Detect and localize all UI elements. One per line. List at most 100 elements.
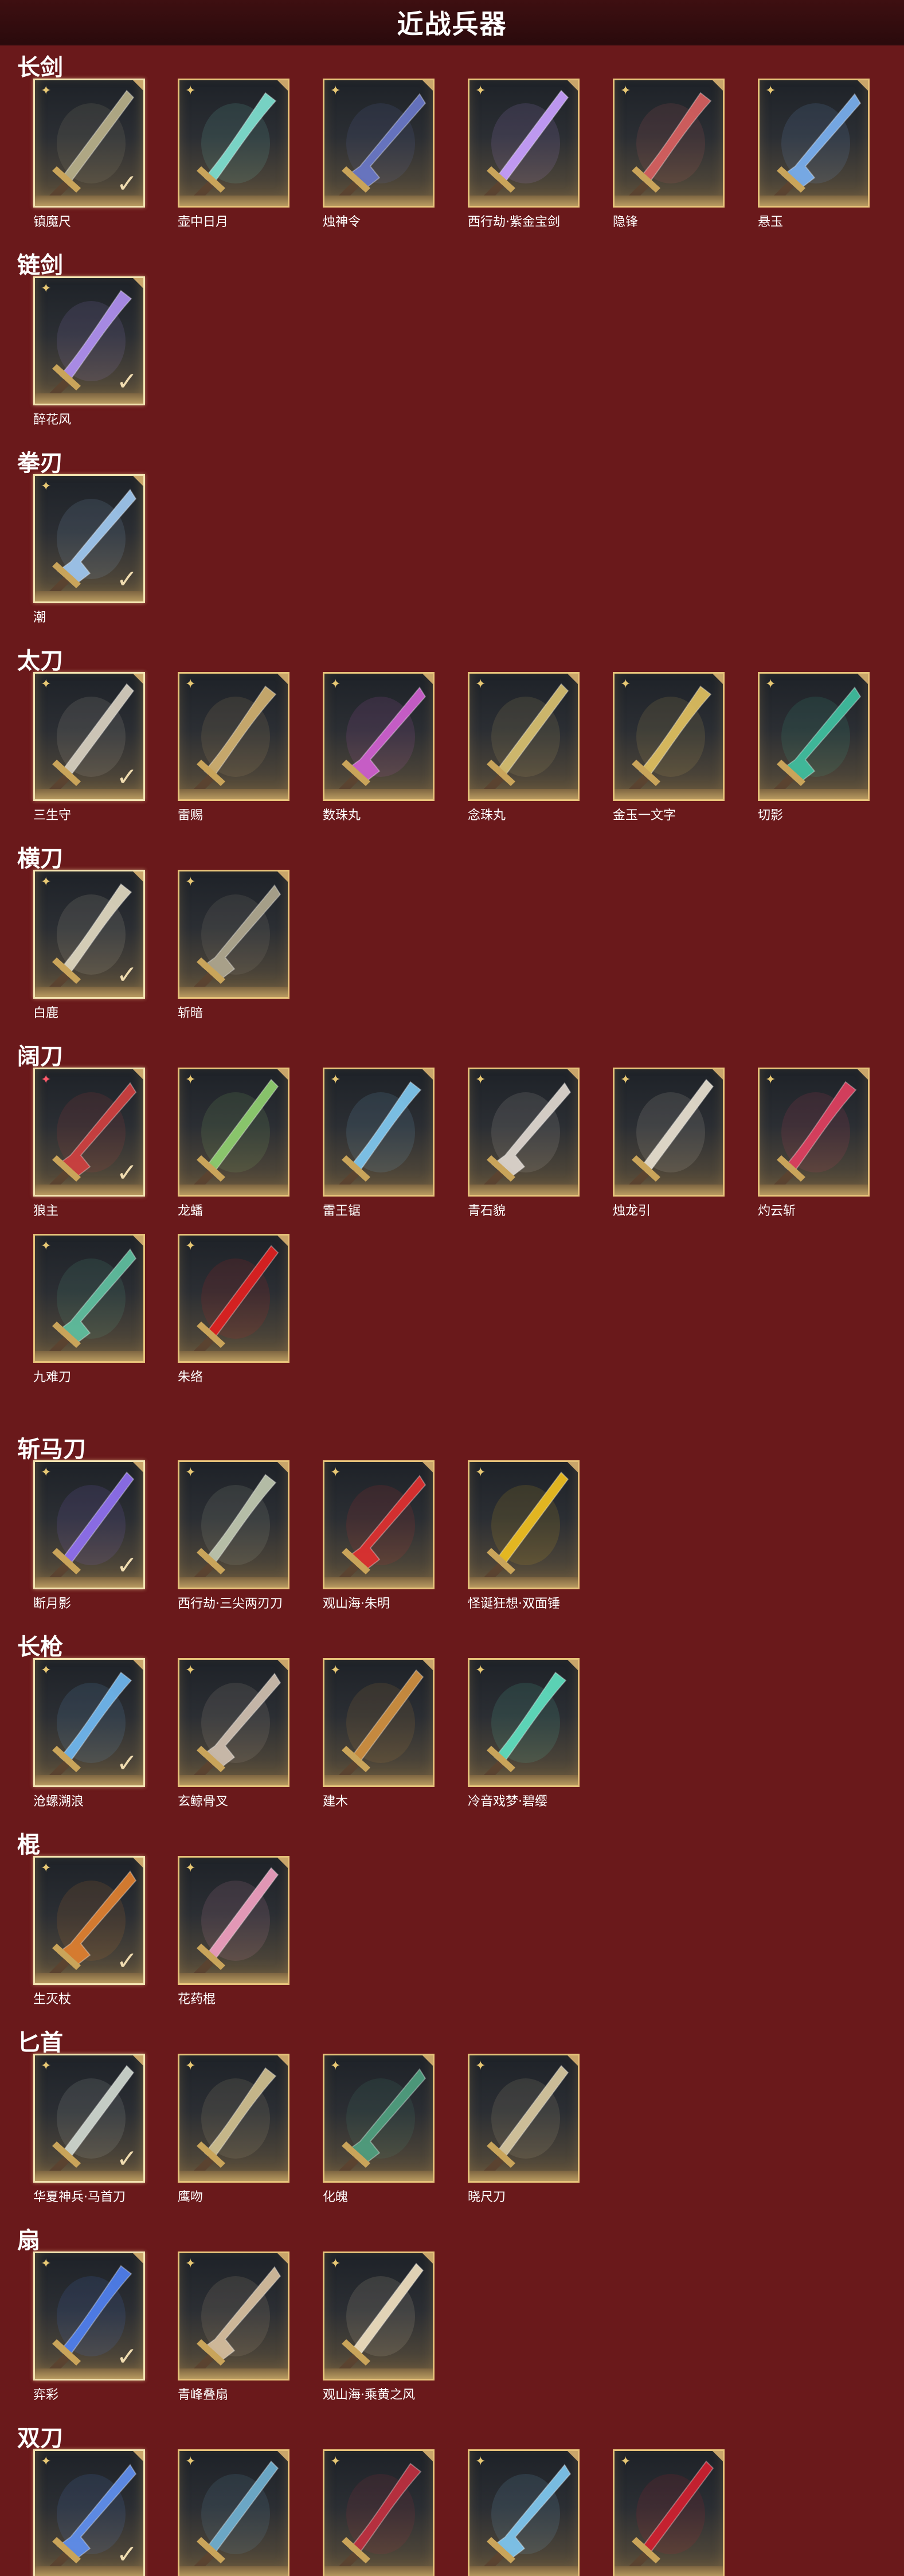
weapon-item[interactable]: ✦ 龙蟠 [178, 1068, 289, 1218]
weapon-item[interactable]: ✦ 数珠丸 [323, 672, 435, 823]
weapon-card[interactable]: ✦ [178, 2054, 289, 2183]
weapon-card[interactable]: ✦ [468, 2054, 580, 2183]
weapon-item[interactable]: ✦ 玄鲸骨叉 [178, 1658, 289, 1809]
weapon-card[interactable]: ✦ ✓ [33, 672, 145, 801]
weapon-card[interactable]: ✦ ✓ [33, 1658, 145, 1787]
weapon-item[interactable]: ✦ 化魄 [323, 2054, 435, 2204]
weapon-card[interactable]: ✦ [468, 79, 580, 208]
weapon-card[interactable]: ✦ ✓ [33, 79, 145, 208]
weapon-card[interactable]: ✦ [323, 2054, 435, 2183]
weapon-item[interactable]: ✦ 观山海·朱明 [323, 1460, 435, 1611]
weapon-card[interactable]: ✦ [178, 672, 289, 801]
weapon-card[interactable]: ✦ [758, 1068, 870, 1197]
weapon-item[interactable]: ✦绝潮汐 [178, 2449, 289, 2576]
weapon-card[interactable]: ✦ [178, 2449, 289, 2576]
weapon-card[interactable]: ✦ [178, 1234, 289, 1363]
weapon-item[interactable]: ✦ ✓ 断月影 [33, 1460, 145, 1611]
weapon-card[interactable]: ✦ [323, 2251, 435, 2380]
weapon-card[interactable]: ✦ ✓ [33, 2054, 145, 2183]
weapon-item[interactable]: ✦ 青石貌 [468, 1068, 580, 1218]
weapon-card[interactable]: ✦ ✓ [33, 2251, 145, 2380]
weapon-item[interactable]: ✦ ✓ 生灭杖 [33, 1856, 145, 2007]
weapon-card[interactable]: ✦ [323, 1068, 435, 1197]
weapon-item[interactable]: ✦ 念珠丸 [468, 672, 580, 823]
weapon-card[interactable]: ✦ [468, 1460, 580, 1589]
weapon-item[interactable]: ✦ 切影 [758, 672, 870, 823]
weapon-card[interactable]: ✦ [468, 1068, 580, 1197]
weapon-card[interactable]: ✦ [468, 1658, 580, 1787]
weapon-card[interactable]: ✦ [178, 79, 289, 208]
card-pedestal [179, 1185, 288, 1195]
weapon-item[interactable]: ✦ 晓尺刀 [468, 2054, 580, 2204]
weapon-card[interactable]: ✦ ✓ [33, 1068, 145, 1197]
weapon-item[interactable]: ✦✓宗蓝 [33, 2449, 145, 2576]
weapon-card[interactable]: ✦ [178, 870, 289, 999]
weapon-item[interactable]: ✦ 雷王锯 [323, 1068, 435, 1218]
weapon-card[interactable]: ✦ [613, 2449, 725, 2576]
weapon-card[interactable]: ✦ [758, 672, 870, 801]
weapon-card[interactable]: ✦ ✓ [33, 870, 145, 999]
weapon-card[interactable]: ✦ [178, 1460, 289, 1589]
card-pedestal [179, 1973, 288, 1983]
weapon-item[interactable]: ✦ 建木 [323, 1658, 435, 1809]
weapon-card[interactable]: ✦ ✓ [33, 2449, 145, 2576]
weapon-item[interactable]: ✦ ✓ 沧螺溯浪 [33, 1658, 145, 1809]
weapon-card[interactable]: ✦ [178, 1068, 289, 1197]
weapon-item[interactable]: ✦ 冷音戏梦·碧缨 [468, 1658, 580, 1809]
weapon-item[interactable]: ✦ 花药棍 [178, 1856, 289, 2007]
weapon-item[interactable]: ✦ ✓ 弈彩 [33, 2251, 145, 2402]
weapon-item[interactable]: ✦ ✓ 三生守 [33, 672, 145, 823]
weapon-item[interactable]: ✦ 西行劫·三尖两刃刀 [178, 1460, 289, 1611]
weapon-item[interactable]: ✦ ✓ 醉花风 [33, 276, 145, 427]
weapon-item[interactable]: ✦ 朱络 [178, 1234, 289, 1385]
weapon-item[interactable]: ✦ 灼云斩 [758, 1068, 870, 1218]
weapon-item[interactable]: ✦ 壶中日月 [178, 79, 289, 229]
weapon-item[interactable]: ✦ ✓ 狼主 [33, 1068, 145, 1218]
weapon-card[interactable]: ✦ [323, 2449, 435, 2576]
weapon-item[interactable]: ✦ 观山海·乘黄之风 [323, 2251, 435, 2402]
weapon-card[interactable]: ✦ [323, 1460, 435, 1589]
weapon-item[interactable]: ✦ ✓ 镇魔尺 [33, 79, 145, 229]
weapon-card[interactable]: ✦ [758, 79, 870, 208]
weapon-item[interactable]: ✦ 烛龙引 [613, 1068, 725, 1218]
weapon-item[interactable]: ✦ 隐锋 [613, 79, 725, 229]
weapon-item[interactable]: ✦ 西行劫·紫金宝剑 [468, 79, 580, 229]
weapon-card[interactable]: ✦ ✓ [33, 1856, 145, 1985]
weapon-item[interactable]: ✦ 青峰叠扇 [178, 2251, 289, 2402]
weapon-card[interactable]: ✦ [33, 1234, 145, 1363]
weapon-card[interactable]: ✦ [323, 79, 435, 208]
card-pedestal [760, 196, 868, 206]
weapon-card[interactable]: ✦ [323, 672, 435, 801]
weapon-card[interactable]: ✦ [178, 1856, 289, 1985]
weapon-item[interactable]: ✦蛋仔派对·咸鱼 [468, 2449, 580, 2576]
weapon-item[interactable]: ✦ 烛神令 [323, 79, 435, 229]
weapon-item[interactable]: ✦ 悬玉 [758, 79, 870, 229]
checkmark-icon: ✓ [116, 1158, 138, 1187]
weapon-card[interactable]: ✦ ✓ [33, 276, 145, 405]
weapon-card[interactable]: ✦ [178, 2251, 289, 2380]
weapon-item[interactable]: ✦ 金玉一文字 [613, 672, 725, 823]
weapon-card[interactable]: ✦ [613, 672, 725, 801]
weapon-item[interactable]: ✦ 怪诞狂想·双面锤 [468, 1460, 580, 1611]
weapon-card[interactable]: ✦ [613, 79, 725, 208]
weapon-card[interactable]: ✦ [178, 1658, 289, 1787]
weapon-card[interactable]: ✦ [468, 672, 580, 801]
weapon-item[interactable]: ✦ ✓ 白鹿 [33, 870, 145, 1021]
weapon-card[interactable]: ✦ ✓ [33, 474, 145, 603]
weapon-item[interactable]: ✦ ✓ 华夏神兵·马首刀 [33, 2054, 145, 2204]
weapon-card[interactable]: ✦ [323, 1658, 435, 1787]
weapon-item[interactable]: ✦ ✓ 潮 [33, 474, 145, 625]
weapon-card[interactable]: ✦ ✓ [33, 1460, 145, 1589]
weapon-item[interactable]: ✦ 斩暗 [178, 870, 289, 1021]
weapon-item[interactable]: ✦ 鹰吻 [178, 2054, 289, 2204]
section-title: 长枪 [17, 1634, 63, 1660]
weapon-item[interactable]: ✦古墓丽影·登山镐 [613, 2449, 725, 2576]
weapon-item[interactable]: ✦ 雷赐 [178, 672, 289, 823]
checkmark-icon: ✓ [116, 763, 138, 792]
weapon-card[interactable]: ✦ [468, 2449, 580, 2576]
weapon-item[interactable]: ✦ 九难刀 [33, 1234, 145, 1385]
weapon-name: 雷王锯 [323, 1204, 361, 1218]
weapon-gallery-page: 近战兵器 长剑 ✦ ✓ 镇魔尺 ✦ 壶中日月 ✦ 烛神令 ✦ 西行劫·紫金宝剑 ✦ 隐锋 ✦ 悬玉 链剑 ✦ ✓… [0, 0, 904, 2576]
weapon-item[interactable]: ✦天之刑 [323, 2449, 435, 2576]
weapon-card[interactable]: ✦ [613, 1068, 725, 1197]
